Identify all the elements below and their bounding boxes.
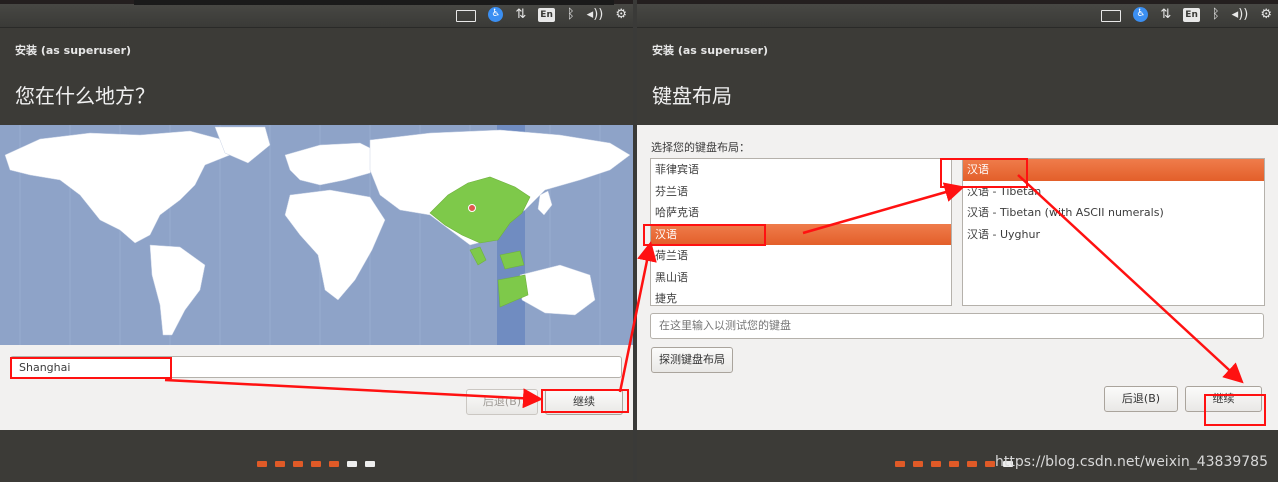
watermark: https://blog.csdn.net/weixin_43839785 (994, 454, 1268, 470)
detect-layout-button[interactable]: 探测键盘布局 (651, 347, 733, 373)
settings-icon[interactable]: ⚙ (615, 7, 627, 22)
annotation-box-continue (541, 389, 629, 413)
bluetooth-icon[interactable]: ᛒ (567, 7, 575, 22)
annotation-box-language (643, 224, 766, 246)
progress-dot (329, 461, 339, 467)
window-header: 安装 (as superuser) 您在什么地方？ (0, 28, 633, 125)
annotation-box-continue-right (1204, 394, 1266, 426)
timezone-map[interactable] (0, 125, 633, 345)
progress-dot (913, 461, 923, 467)
volume-icon[interactable]: ◂)) (1232, 7, 1249, 22)
network-icon[interactable]: ⇅ (515, 7, 526, 22)
language-item[interactable]: 黑山语 (651, 267, 951, 289)
settings-icon[interactable]: ⚙ (1260, 7, 1272, 22)
variant-item[interactable]: 汉语 - Uyghur (963, 224, 1264, 246)
bluetooth-icon[interactable]: ᛒ (1212, 7, 1220, 22)
progress-dot (293, 461, 303, 467)
language-item[interactable]: 芬兰语 (651, 181, 951, 203)
input-method-icon[interactable]: En (538, 7, 555, 22)
accessibility-icon[interactable]: ♿ (1133, 7, 1149, 22)
window-title: 安装 (as superuser) (15, 44, 132, 57)
input-method-icon[interactable]: En (1183, 7, 1200, 22)
location-window: ♿ ⇅ En ᛒ ◂)) ⚙ 安装 (as superuser) 您在什么地方？ (0, 0, 633, 482)
progress-dots (257, 461, 375, 467)
back-button[interactable]: 后退(B) (1104, 386, 1178, 412)
world-map-graphic (4, 125, 631, 345)
language-item[interactable]: 菲律宾语 (651, 159, 951, 181)
accessibility-icon[interactable]: ♿ (488, 7, 504, 22)
language-item[interactable]: 哈萨克语 (651, 202, 951, 224)
language-item[interactable]: 捷克 (651, 288, 951, 305)
keyboard-icon[interactable] (456, 9, 477, 22)
progress-footer (0, 430, 633, 482)
volume-icon[interactable]: ◂)) (587, 7, 604, 22)
language-item[interactable]: 荷兰语 (651, 245, 951, 267)
progress-dot (275, 461, 285, 467)
back-button[interactable]: 后退(B) (466, 389, 538, 415)
top-panel: ♿ ⇅ En ᛒ ◂)) ⚙ (637, 0, 1278, 28)
page-title: 键盘布局 (652, 84, 732, 108)
keyboard-icon[interactable] (1101, 9, 1122, 22)
page-title: 您在什么地方？ (15, 84, 155, 108)
system-tray: ♿ ⇅ En ᛒ ◂)) ⚙ (456, 7, 627, 22)
progress-dot (985, 461, 995, 467)
layout-prompt: 选择您的键盘布局： (651, 141, 750, 154)
annotation-box-location (10, 357, 172, 379)
progress-dot (895, 461, 905, 467)
system-tray: ♿ ⇅ En ᛒ ◂)) ⚙ (1101, 7, 1272, 22)
progress-dot (365, 461, 375, 467)
progress-dot (931, 461, 941, 467)
background-window-edge (134, 0, 614, 5)
variant-item[interactable]: 汉语 - Tibetan (with ASCII numerals) (963, 202, 1264, 224)
progress-dot (967, 461, 977, 467)
progress-dot (257, 461, 267, 467)
annotation-box-variant (940, 158, 1028, 188)
keyboard-test-input[interactable] (650, 313, 1264, 339)
window-title: 安装 (as superuser) (652, 44, 769, 57)
progress-dot (347, 461, 357, 467)
progress-dot (949, 461, 959, 467)
network-icon[interactable]: ⇅ (1160, 7, 1171, 22)
window-header: 安装 (as superuser) 键盘布局 (637, 28, 1278, 125)
progress-dot (311, 461, 321, 467)
